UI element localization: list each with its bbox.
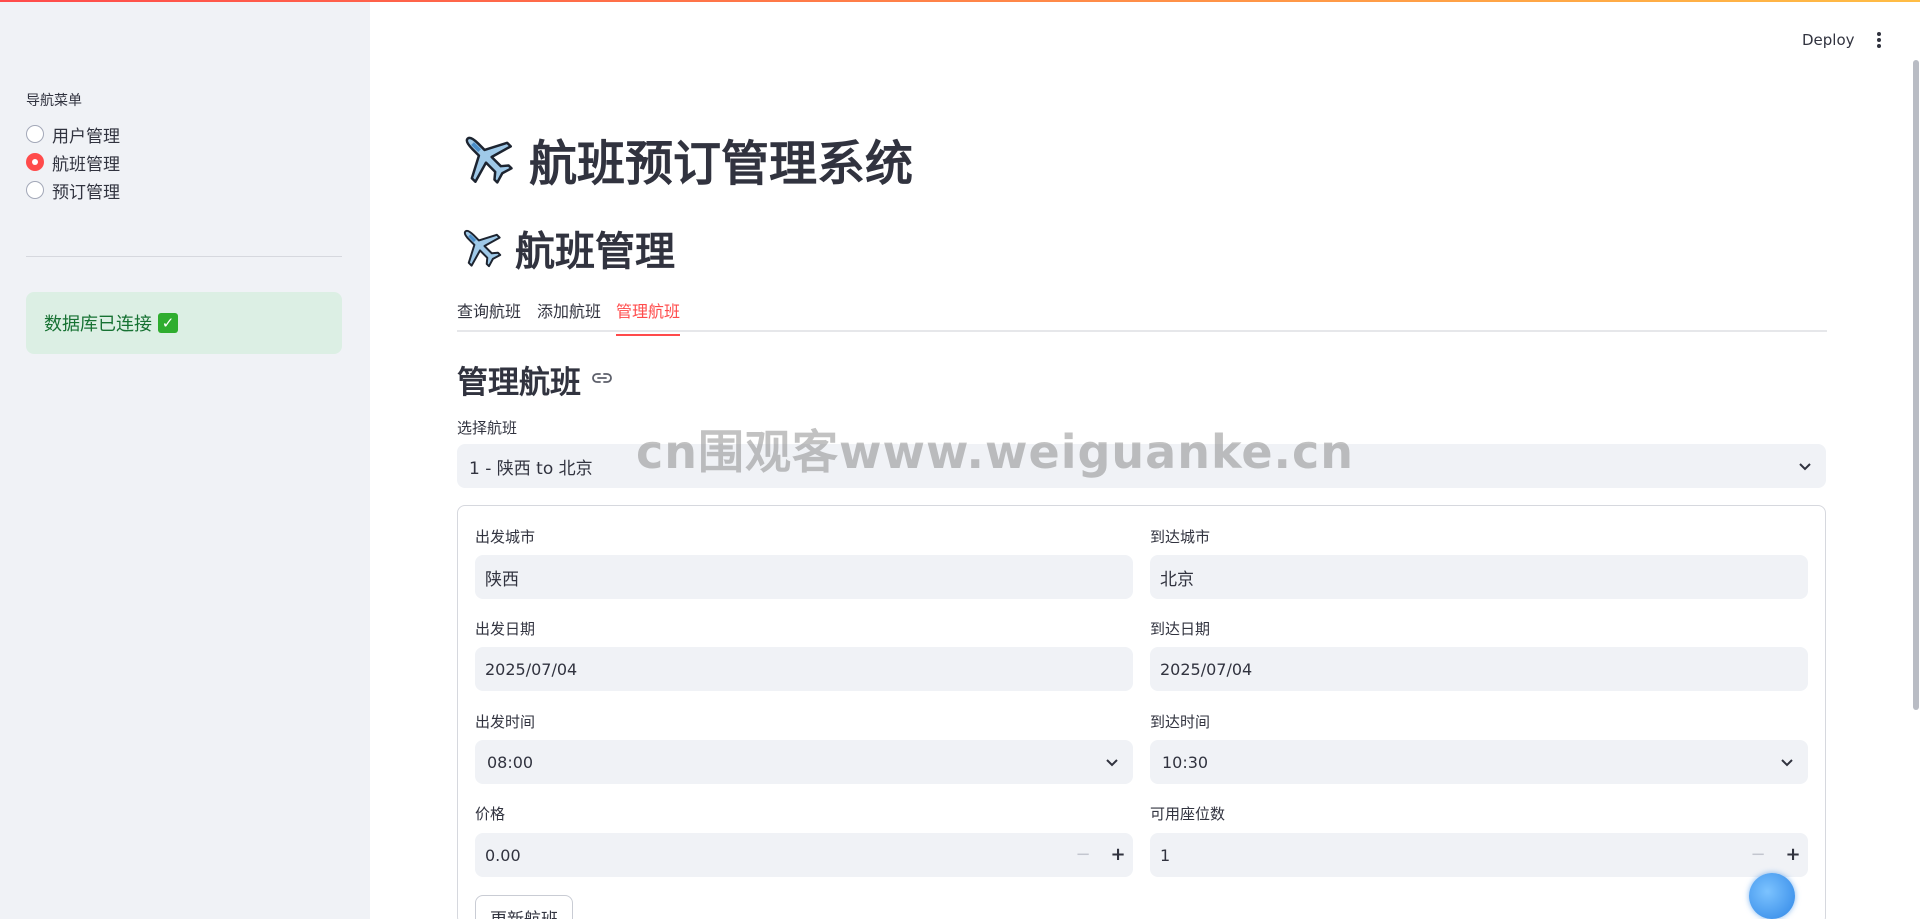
select-flight-label: 选择航班 xyxy=(457,419,518,437)
db-status-text: 数据库已连接 xyxy=(44,314,152,335)
sidebar: 导航菜单 用户管理 航班管理 预订管理 数据库已连接 ✓ xyxy=(0,0,370,919)
departure-date-value: 2025/07/04 xyxy=(485,659,578,679)
flight-select-value: 1 - 陕西 to 北京 xyxy=(469,458,593,479)
price-input[interactable]: 0.00 − + xyxy=(475,833,1133,877)
departure-date-label: 出发日期 xyxy=(475,620,536,638)
arrival-time-value: 10:30 xyxy=(1162,752,1209,772)
sidebar-divider xyxy=(26,256,342,257)
tab-bar: 查询航班 添加航班 管理航班 xyxy=(457,290,1827,336)
watermark: cn围观客www.weiguanke.cn xyxy=(636,425,1355,479)
nav-item-booking-management[interactable]: 预订管理 xyxy=(26,176,120,204)
arrival-date-value: 2025/07/04 xyxy=(1160,659,1253,679)
top-gradient-bar xyxy=(0,0,1920,2)
seats-input[interactable]: 1 − + xyxy=(1150,833,1808,877)
nav-item-label: 预订管理 xyxy=(52,182,120,203)
section-title-row: 管理航班 xyxy=(457,357,613,402)
arrival-city-input[interactable]: 北京 xyxy=(1150,555,1808,599)
airplane-icon xyxy=(457,128,515,190)
radio-checked-icon xyxy=(26,153,44,171)
seats-label: 可用座位数 xyxy=(1150,805,1226,823)
plus-icon[interactable]: + xyxy=(1783,845,1803,865)
departure-time-label: 出发时间 xyxy=(475,713,536,731)
nav-item-label: 用户管理 xyxy=(52,126,120,147)
update-flight-form: 出发城市 陕西 到达城市 北京 出发日期 2025/07/04 到达日期 202… xyxy=(457,505,1826,919)
nav-menu-label: 导航菜单 xyxy=(26,93,82,109)
seats-value: 1 xyxy=(1160,845,1171,865)
tab-query-flights[interactable]: 查询航班 xyxy=(457,298,521,334)
scrollbar[interactable] xyxy=(1913,60,1919,710)
more-vertical-icon[interactable] xyxy=(1872,30,1886,50)
arrival-city-label: 到达城市 xyxy=(1150,528,1211,546)
nav-item-user-management[interactable]: 用户管理 xyxy=(26,120,120,148)
departure-city-value: 陕西 xyxy=(485,569,519,590)
check-mark-icon: ✓ xyxy=(158,313,178,333)
page-title: 航班预订管理系统 xyxy=(529,136,914,192)
chevron-down-icon xyxy=(1780,755,1794,774)
departure-time-value: 08:00 xyxy=(487,752,534,772)
tab-add-flight[interactable]: 添加航班 xyxy=(537,298,601,334)
arrival-city-value: 北京 xyxy=(1160,569,1194,590)
chevron-down-icon xyxy=(1798,459,1812,479)
arrival-date-input[interactable]: 2025/07/04 xyxy=(1150,647,1808,691)
section-header: 航班管理 xyxy=(515,229,675,275)
airplane-icon xyxy=(457,223,503,273)
radio-unchecked-icon xyxy=(26,125,44,143)
price-value: 0.00 xyxy=(485,845,521,865)
nav-item-flight-management[interactable]: 航班管理 xyxy=(26,148,120,176)
arrival-time-select[interactable]: 10:30 xyxy=(1150,740,1808,784)
radio-unchecked-icon xyxy=(26,181,44,199)
section-title: 管理航班 xyxy=(457,365,581,401)
minus-icon[interactable]: − xyxy=(1748,845,1768,865)
floating-assistant-icon[interactable] xyxy=(1749,873,1795,919)
departure-city-input[interactable]: 陕西 xyxy=(475,555,1133,599)
tab-manage-flights[interactable]: 管理航班 xyxy=(616,298,681,336)
arrival-date-label: 到达日期 xyxy=(1150,620,1211,638)
price-label: 价格 xyxy=(475,805,506,823)
departure-date-input[interactable]: 2025/07/04 xyxy=(475,647,1133,691)
departure-time-select[interactable]: 08:00 xyxy=(475,740,1133,784)
minus-icon[interactable]: − xyxy=(1073,845,1093,865)
page-title-row: 航班预订管理系统 xyxy=(457,124,913,194)
section-header-row: 航班管理 xyxy=(457,219,675,277)
chevron-down-icon xyxy=(1105,755,1119,774)
link-icon[interactable] xyxy=(591,370,613,389)
nav-radio-group: 用户管理 航班管理 预订管理 xyxy=(26,120,120,204)
nav-item-label: 航班管理 xyxy=(52,154,120,175)
arrival-time-label: 到达时间 xyxy=(1150,713,1211,731)
update-flight-button[interactable]: 更新航班 xyxy=(475,895,573,919)
departure-city-label: 出发城市 xyxy=(475,528,536,546)
db-status-alert: 数据库已连接 ✓ xyxy=(26,292,342,354)
plus-icon[interactable]: + xyxy=(1108,845,1128,865)
